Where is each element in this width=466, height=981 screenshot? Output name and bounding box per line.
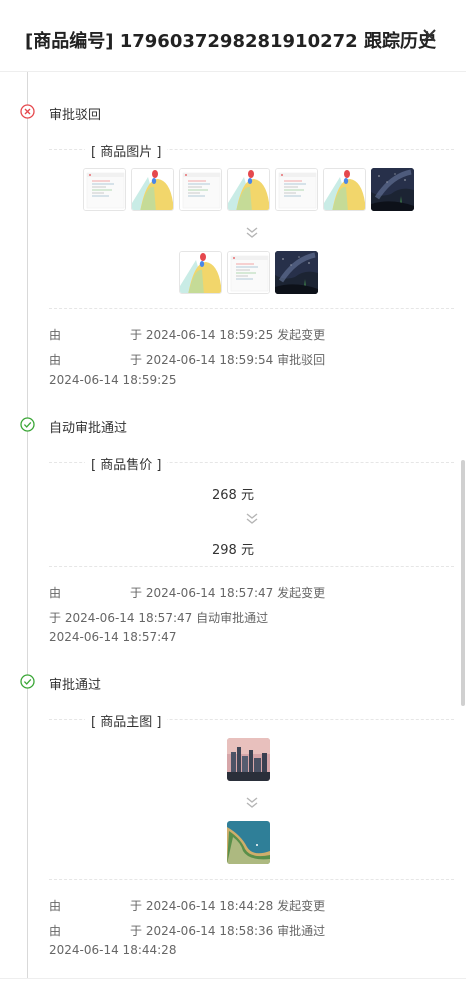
product-image-thumb[interactable] xyxy=(227,168,270,211)
chevron-double-down-icon xyxy=(245,797,259,809)
history-drawer: [商品编号] 1796037298281910272 跟踪历史 审批驳回 [ 商… xyxy=(0,0,466,981)
product-image-thumb[interactable] xyxy=(83,168,126,211)
product-image-thumb[interactable] xyxy=(227,251,270,294)
scrollbar[interactable] xyxy=(461,460,465,706)
log-by: 由 xyxy=(49,899,62,913)
price-after: 298 元 xyxy=(212,543,254,558)
timeline-status: 审批驳回 xyxy=(49,108,102,123)
chevron-double-down-icon xyxy=(245,513,259,525)
node-timestamp: 2024-06-14 18:57:47 xyxy=(49,630,177,644)
log-by: 由 xyxy=(49,328,62,342)
timeline-status: 自动审批通过 xyxy=(49,421,128,436)
section-label: [ 商品图片 ] xyxy=(85,141,168,160)
log-text: 于 2024-06-14 18:57:47 发起变更 xyxy=(130,586,326,600)
section-label: [ 商品售价 ] xyxy=(85,454,168,473)
chevron-double-down-icon xyxy=(245,227,259,239)
timeline-status: 审批通过 xyxy=(49,678,102,693)
main-image-after[interactable] xyxy=(227,821,270,864)
main-image-before[interactable] xyxy=(227,738,270,781)
product-image-thumb[interactable] xyxy=(275,168,318,211)
log-text: 于 2024-06-14 18:58:36 审批通过 xyxy=(130,924,326,938)
timeline-line xyxy=(27,72,28,978)
log-text: 于 2024-06-14 18:57:47 自动审批通过 xyxy=(49,611,269,625)
log-by: 由 xyxy=(49,586,62,600)
product-image-thumb[interactable] xyxy=(275,251,318,294)
product-image-thumb[interactable] xyxy=(179,168,222,211)
node-timestamp: 2024-06-14 18:44:28 xyxy=(49,943,177,957)
node-timestamp: 2024-06-14 18:59:25 xyxy=(49,373,177,387)
price-before: 268 元 xyxy=(212,488,254,503)
log-text: 于 2024-06-14 18:59:54 审批驳回 xyxy=(130,353,326,367)
drawer-title: [商品编号] 1796037298281910272 跟踪历史 xyxy=(25,31,436,52)
divider xyxy=(49,879,454,880)
check-circle-icon xyxy=(20,417,35,432)
product-image-thumb[interactable] xyxy=(371,168,414,211)
divider xyxy=(0,978,466,979)
log-text: 于 2024-06-14 18:59:25 发起变更 xyxy=(130,328,326,342)
product-image-thumb[interactable] xyxy=(323,168,366,211)
error-circle-icon xyxy=(20,104,35,119)
product-image-thumb[interactable] xyxy=(131,168,174,211)
log-text: 于 2024-06-14 18:44:28 发起变更 xyxy=(130,899,326,913)
close-icon[interactable] xyxy=(421,27,439,45)
product-image-thumb[interactable] xyxy=(179,251,222,294)
divider xyxy=(49,566,454,567)
section-label: [ 商品主图 ] xyxy=(85,711,168,730)
log-by: 由 xyxy=(49,924,62,938)
divider xyxy=(49,308,454,309)
check-circle-icon xyxy=(20,674,35,689)
drawer-header: [商品编号] 1796037298281910272 跟踪历史 xyxy=(0,0,466,72)
log-by: 由 xyxy=(49,353,62,367)
